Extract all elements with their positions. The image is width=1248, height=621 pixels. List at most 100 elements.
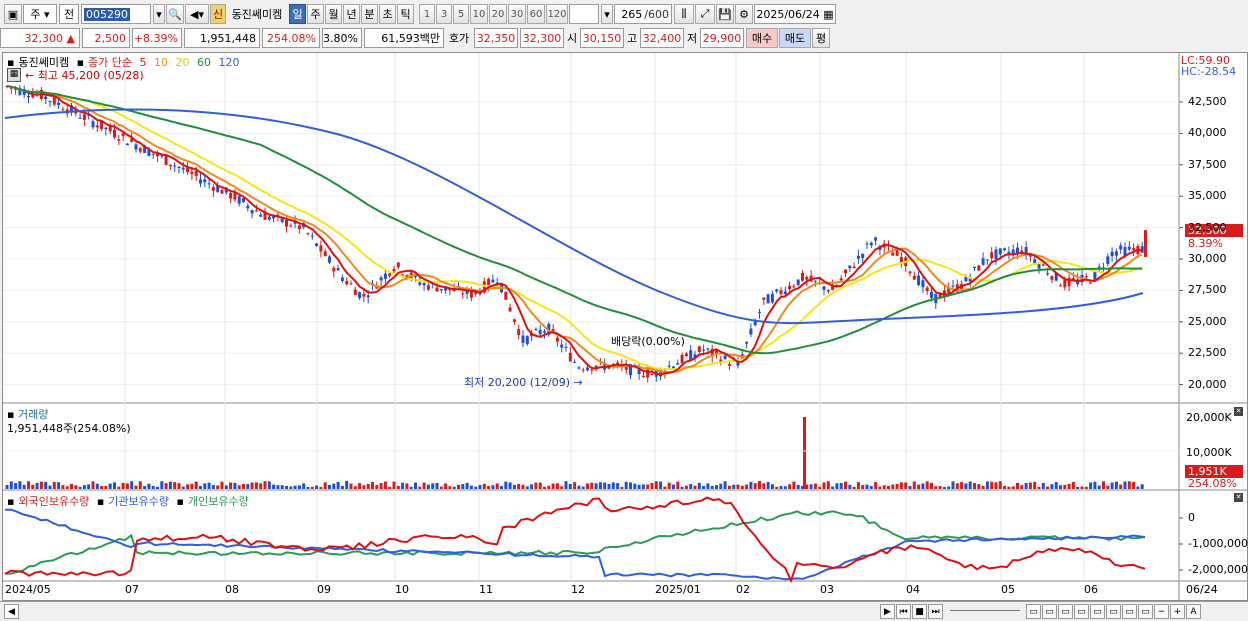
- ma60-line: [6, 85, 1143, 355]
- volume-bar: [500, 486, 503, 489]
- volume-bar: [551, 483, 555, 489]
- period-tab[interactable]: 분: [361, 4, 378, 24]
- volume-bar: [749, 481, 753, 489]
- volume-bar: [405, 483, 409, 489]
- candle-body: [512, 319, 516, 322]
- sell-button[interactable]: 매도: [779, 28, 811, 48]
- candle-body: [702, 349, 706, 351]
- chart-control-icon[interactable]: ▪: [177, 495, 184, 508]
- chart-control-icon[interactable]: ▪: [97, 495, 104, 508]
- chart-canvas[interactable]: [3, 53, 1247, 600]
- layout-icon-5[interactable]: ▭: [1090, 604, 1105, 619]
- chart-control-icon[interactable]: ▪: [7, 495, 14, 508]
- volume-bar: [224, 485, 228, 489]
- zoom-in-icon[interactable]: +: [1170, 604, 1185, 619]
- layout-icon-3[interactable]: ▭: [1058, 604, 1073, 619]
- candle-body: [521, 335, 525, 343]
- volume-bar: [259, 483, 263, 489]
- code-dropdown-icon[interactable]: ▾: [153, 4, 165, 24]
- custom-period-input[interactable]: [569, 4, 599, 24]
- volume-bar: [1114, 481, 1118, 489]
- chart-area[interactable]: ▪ 동진쎄미켐 ▪ 종가 단순 5 10 20 60 120 ▦ ← 최고 45,2…: [2, 52, 1248, 601]
- stock-code-input[interactable]: 005290: [81, 4, 151, 24]
- volume-bar: [590, 482, 594, 489]
- minute-tab[interactable]: 120: [546, 4, 568, 24]
- candle-body: [104, 127, 108, 130]
- period-tab[interactable]: 초: [379, 4, 396, 24]
- first-icon[interactable]: ⏮: [896, 604, 911, 619]
- minute-tab[interactable]: 1: [419, 4, 435, 24]
- volume-bar: [1123, 481, 1127, 489]
- zoom-slider[interactable]: [950, 610, 1020, 613]
- volume-bar: [869, 486, 873, 489]
- stop-icon[interactable]: ■: [912, 604, 927, 619]
- candle-body: [758, 311, 761, 313]
- layout-icon-1[interactable]: ▭: [1026, 604, 1041, 619]
- period-tab[interactable]: 주: [307, 4, 324, 24]
- candle-body: [353, 289, 357, 296]
- layout-icon-7[interactable]: ▭: [1122, 604, 1137, 619]
- buy-button[interactable]: 매수: [746, 28, 778, 48]
- legend-institution: 기관보유수량: [108, 495, 170, 508]
- bar-count-value: 265: [621, 7, 643, 21]
- institution-holding-line: [4, 508, 1146, 581]
- bar-count-input[interactable]: 265/600: [614, 4, 672, 24]
- candle-body: [289, 225, 293, 227]
- date-input[interactable]: 2025/06/24 ▦: [754, 4, 836, 24]
- minute-tab[interactable]: 3: [436, 4, 452, 24]
- x-tick-label: 10: [395, 583, 409, 596]
- candle-icon[interactable]: ⫼: [674, 4, 694, 24]
- speaker-icon[interactable]: ◀▾: [185, 4, 209, 24]
- font-size-icon[interactable]: A: [1186, 604, 1201, 619]
- period-tab[interactable]: 년: [343, 4, 360, 24]
- layout-icon-8[interactable]: ▭: [1138, 604, 1153, 619]
- calendar-icon[interactable]: ▦: [823, 8, 833, 21]
- minute-tab[interactable]: 60: [527, 4, 545, 24]
- volume-bar: [495, 483, 499, 489]
- scroll-left-icon[interactable]: ◀: [4, 604, 19, 619]
- eval-button[interactable]: 평: [812, 28, 830, 48]
- candle-body: [783, 291, 787, 295]
- custom-period-dropdown-icon[interactable]: ▾: [601, 4, 613, 24]
- minute-tab[interactable]: 20: [489, 4, 507, 24]
- prev-button[interactable]: 전: [59, 4, 79, 24]
- next-icon[interactable]: ⏭: [928, 604, 943, 619]
- panel-close-icon[interactable]: ✕: [1234, 407, 1243, 416]
- gear-icon[interactable]: ⚙: [735, 4, 753, 24]
- new-badge[interactable]: 신: [210, 4, 226, 24]
- layout-icon-2[interactable]: ▭: [1042, 604, 1057, 619]
- period-tab[interactable]: 일: [289, 4, 306, 24]
- minute-tab[interactable]: 10: [470, 4, 488, 24]
- layout-icon-6[interactable]: ▭: [1106, 604, 1121, 619]
- volume-bar: [534, 482, 538, 489]
- minute-tab[interactable]: 5: [453, 4, 469, 24]
- period-select-value: 주: [30, 8, 41, 21]
- candle-body: [207, 183, 211, 185]
- volume-bar: [138, 481, 142, 489]
- period-tab[interactable]: 틱: [397, 4, 414, 24]
- volume-bar: [302, 483, 306, 489]
- volume-bar: [336, 481, 340, 489]
- candle-body: [52, 97, 56, 105]
- volume-bar: [624, 481, 628, 489]
- layout-icon-4[interactable]: ▭: [1074, 604, 1089, 619]
- save-icon[interactable]: 💾: [716, 4, 734, 24]
- period-tab[interactable]: 월: [325, 4, 342, 24]
- period-select[interactable]: 주 ▾: [23, 4, 57, 24]
- volume-bar: [147, 483, 151, 489]
- candle-body: [422, 283, 426, 286]
- scroll-right-icon[interactable]: ▶: [880, 604, 895, 619]
- volume-bar: [332, 483, 336, 489]
- open-price: 30,150: [580, 28, 624, 48]
- panel-close-icon[interactable]: ✕: [1234, 493, 1243, 502]
- table-icon[interactable]: ▦: [7, 68, 21, 82]
- candle-body: [577, 367, 581, 369]
- search-icon[interactable]: 🔍: [166, 4, 184, 24]
- candle-body: [745, 341, 749, 344]
- window-icon[interactable]: ▣: [4, 4, 22, 24]
- zoom-out-icon[interactable]: −: [1154, 604, 1169, 619]
- minute-tab[interactable]: 30: [508, 4, 526, 24]
- volume-bar: [981, 485, 985, 489]
- hold-tick-0: 0: [1188, 511, 1195, 524]
- draw-icon[interactable]: ⤢: [695, 4, 715, 24]
